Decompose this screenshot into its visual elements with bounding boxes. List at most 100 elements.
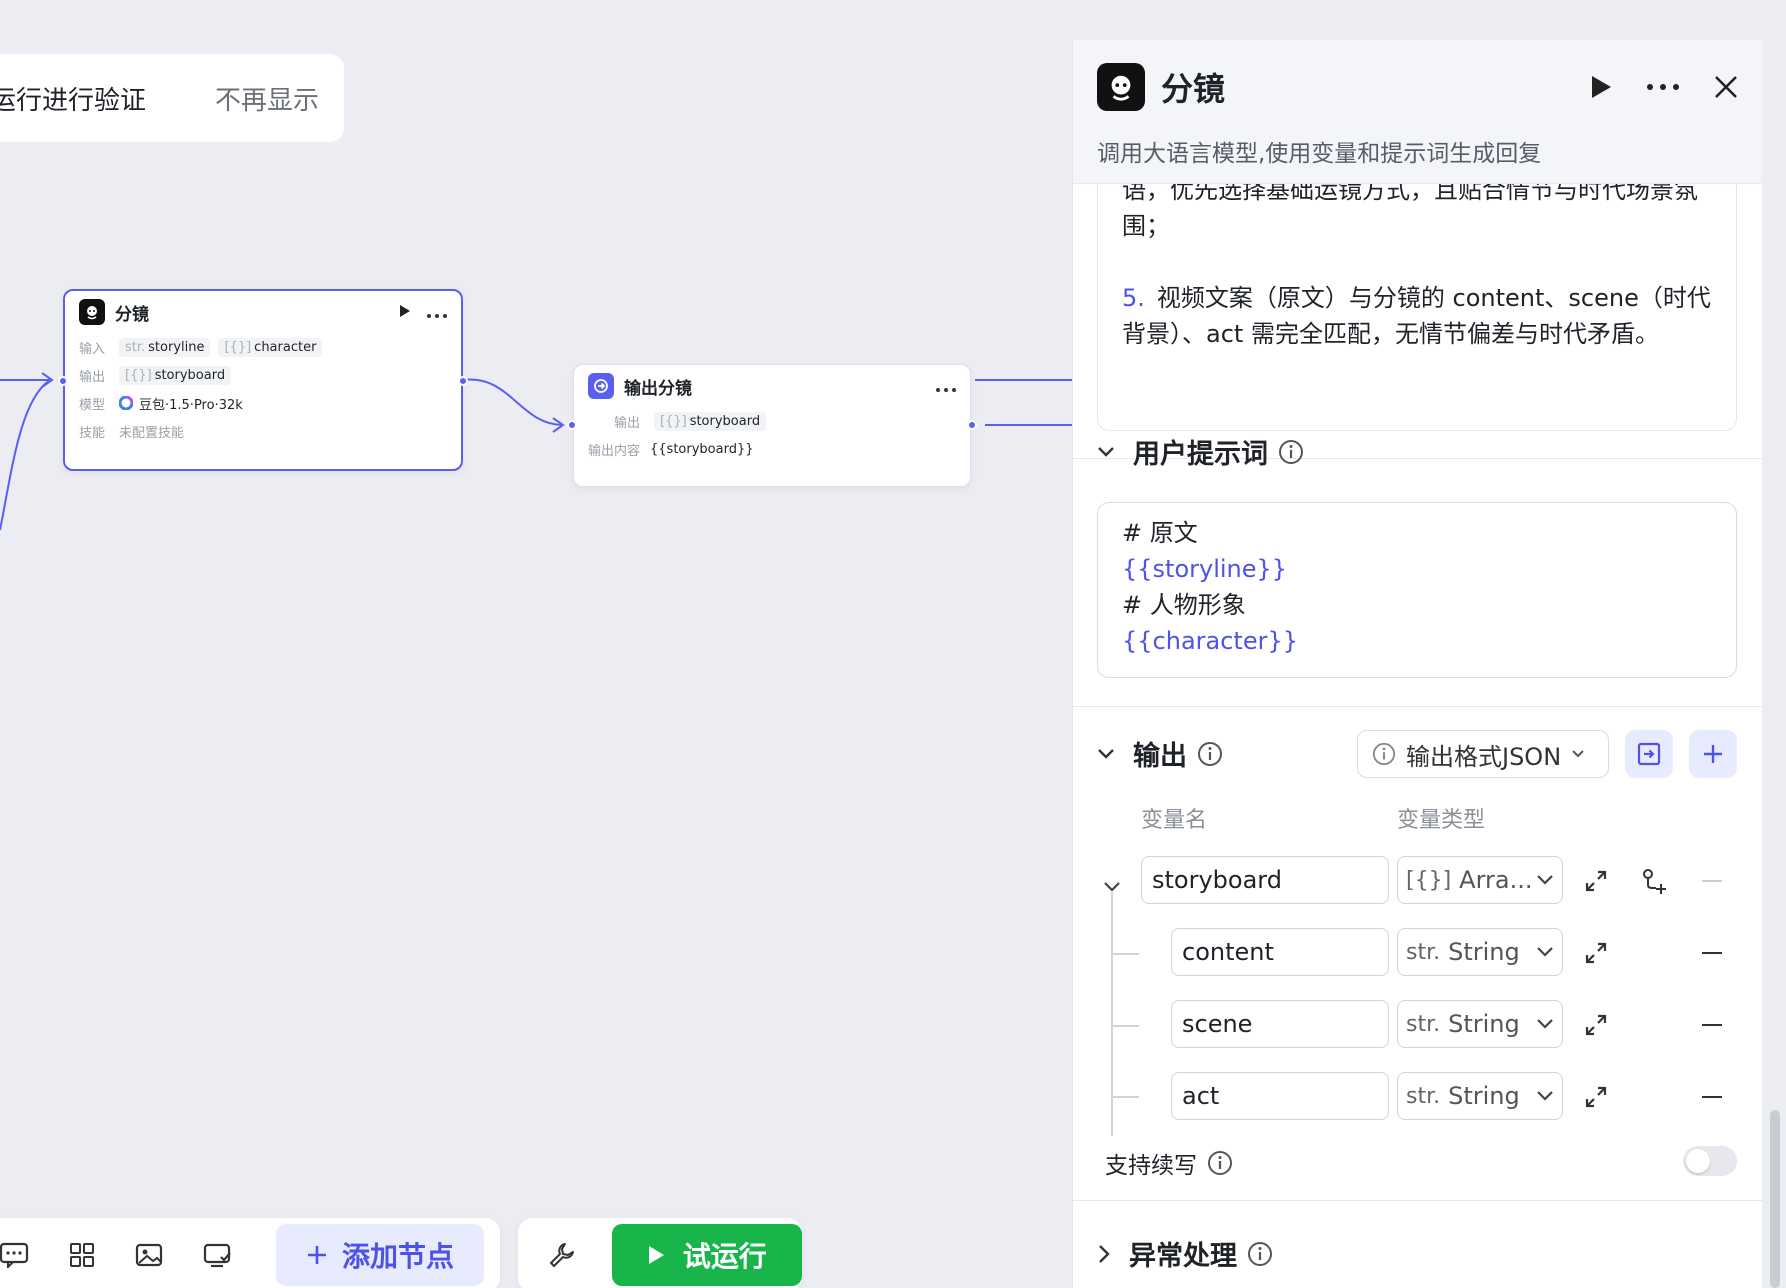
variable-type-select[interactable]: [{}] Arra...	[1397, 856, 1563, 904]
system-prompt-box[interactable]: 语，优先选择基础运镜方式，且贴合情节与时代场景氛 围； 5. 视频文案（原文）与分…	[1097, 184, 1737, 431]
exception-section-header[interactable]: 异常处理	[1097, 1234, 1273, 1273]
model-logo-icon	[119, 396, 133, 410]
expand-icon[interactable]	[1583, 868, 1609, 894]
more-icon[interactable]	[936, 377, 956, 396]
variable-name-input[interactable]: scene	[1171, 1000, 1389, 1048]
output-node-title: 输出分镜	[624, 378, 692, 399]
user-prompt-box[interactable]: # 原文 {{storyline}} # 人物形象 {{character}}	[1097, 502, 1737, 678]
add-node-button[interactable]: 添加节点	[276, 1224, 485, 1286]
remove-icon[interactable]	[1701, 1094, 1723, 1100]
llm-node-model: 模型 豆包·1.5·Pro·32k	[65, 389, 461, 417]
llm-node[interactable]: 分镜 输入 str. storyline [{}] character 输出 [{}…	[58, 289, 468, 471]
prompt-line: # 人物形象	[1122, 591, 1246, 619]
more-icon[interactable]	[1646, 83, 1680, 91]
col-header-type: 变量类型	[1397, 808, 1486, 833]
variable-type-select[interactable]: str. String	[1397, 928, 1563, 976]
info-icon	[1372, 742, 1396, 766]
node-config-panel: 分镜 调用大语言模型,使用变量和提示词生成回复 语，优先选择基础运镜方式，且贴合…	[1072, 40, 1762, 1288]
llm-node-output-port[interactable]	[458, 376, 468, 386]
info-icon[interactable]	[1247, 1241, 1273, 1267]
type-name: String	[1448, 938, 1520, 966]
output-section-header[interactable]: 输出	[1097, 734, 1223, 773]
play-icon[interactable]	[1590, 75, 1612, 99]
continue-write-row: 支持续写	[1105, 1146, 1233, 1180]
variable-name-input[interactable]: storyboard	[1141, 856, 1389, 904]
chevron-down-icon	[1537, 1091, 1553, 1101]
string-type-icon: str.	[1406, 1011, 1441, 1037]
add-child-icon[interactable]	[1639, 866, 1669, 896]
expand-icon[interactable]	[1583, 1084, 1609, 1110]
output-label: 输出	[614, 415, 641, 431]
chip-name: storyboard	[154, 367, 226, 383]
tree-line	[1111, 1096, 1139, 1098]
chevron-right-icon[interactable]	[1097, 1244, 1111, 1264]
variable-type-select[interactable]: str. String	[1397, 1000, 1563, 1048]
test-run-label: 试运行	[682, 1240, 767, 1273]
llm-node-input-port[interactable]	[58, 376, 68, 386]
string-type-icon: str.	[1406, 939, 1441, 965]
add-node-label: 添加节点	[342, 1240, 455, 1273]
chevron-down-icon[interactable]	[1097, 446, 1115, 458]
info-icon[interactable]	[1207, 1150, 1233, 1176]
toast-dismiss-link[interactable]: 不再显示	[215, 80, 319, 117]
remove-icon[interactable]	[1701, 878, 1723, 884]
panel-title: 分镜	[1161, 70, 1226, 108]
expand-icon[interactable]	[1583, 1012, 1609, 1038]
tree-line	[1111, 953, 1139, 955]
import-icon	[1637, 742, 1661, 766]
panel-scrollbar[interactable]	[1770, 1110, 1780, 1288]
output-node[interactable]: 输出分镜 输出 [{}] storyboard 输出内容 {{storyboard…	[567, 364, 977, 487]
user-prompt-section-header[interactable]: 用户提示词	[1097, 432, 1304, 471]
image-icon[interactable]	[116, 1225, 184, 1285]
grid-layout-icon[interactable]	[48, 1225, 116, 1285]
expand-icon[interactable]	[1583, 940, 1609, 966]
chevron-down-icon	[1571, 749, 1585, 759]
output-format-select[interactable]: 输出格式JSON	[1357, 730, 1609, 778]
variable-name-input[interactable]: content	[1171, 928, 1389, 976]
test-run-button[interactable]: 试运行	[611, 1224, 802, 1286]
user-prompt-title: 用户提示词	[1133, 439, 1268, 470]
item-number: 5.	[1122, 284, 1145, 312]
remove-icon[interactable]	[1701, 1022, 1723, 1028]
string-type-icon: str.	[1406, 1083, 1441, 1109]
chip-type: str.	[125, 339, 146, 355]
import-output-button[interactable]	[1625, 730, 1673, 778]
skill-label: 技能	[79, 425, 106, 441]
continue-write-toggle[interactable]	[1683, 1146, 1737, 1176]
info-icon[interactable]	[1197, 741, 1223, 767]
add-output-button[interactable]	[1689, 730, 1737, 778]
tree-line	[1111, 1025, 1139, 1027]
output-node-output: 输出 [{}] storyboard	[574, 407, 970, 435]
content-value: {{storyboard}}	[650, 441, 754, 457]
llm-node-title: 分镜	[115, 304, 149, 325]
canvas-toolbar: 添加节点	[0, 1218, 500, 1288]
output-title: 输出	[1133, 741, 1187, 772]
chip-type: [{}]	[125, 367, 152, 383]
output-node-icon	[588, 373, 614, 399]
panel-description: 调用大语言模型,使用变量和提示词生成回复	[1097, 141, 1542, 167]
play-icon[interactable]	[399, 303, 411, 322]
llm-node-inputs: 输入 str. storyline [{}] character	[65, 333, 461, 361]
wrench-icon[interactable]	[532, 1225, 592, 1285]
chevron-down-icon	[1537, 947, 1553, 957]
more-icon[interactable]	[427, 303, 447, 322]
input-chip: [{}] character	[218, 337, 323, 357]
model-label: 模型	[79, 397, 106, 413]
llm-node-icon	[1097, 63, 1145, 111]
comment-icon[interactable]	[0, 1225, 48, 1285]
chevron-down-icon[interactable]	[1097, 748, 1115, 760]
prompt-variable: {{storyline}}	[1122, 555, 1288, 583]
remove-icon[interactable]	[1701, 950, 1723, 956]
variable-type-select[interactable]: str. String	[1397, 1072, 1563, 1120]
close-icon[interactable]	[1714, 75, 1738, 99]
output-node-output-port[interactable]	[967, 420, 977, 430]
output-node-input-port[interactable]	[567, 420, 577, 430]
type-name: String	[1448, 1082, 1520, 1110]
panel-header: 分镜 调用大语言模型,使用变量和提示词生成回复	[1073, 40, 1762, 184]
variable-name-input[interactable]: act	[1171, 1072, 1389, 1120]
output-label: 输出	[79, 369, 106, 385]
output-node-content: 输出内容 {{storyboard}}	[574, 435, 970, 463]
chevron-down-icon[interactable]	[1101, 876, 1123, 898]
screen-check-icon[interactable]	[184, 1225, 252, 1285]
info-icon[interactable]	[1278, 439, 1304, 465]
